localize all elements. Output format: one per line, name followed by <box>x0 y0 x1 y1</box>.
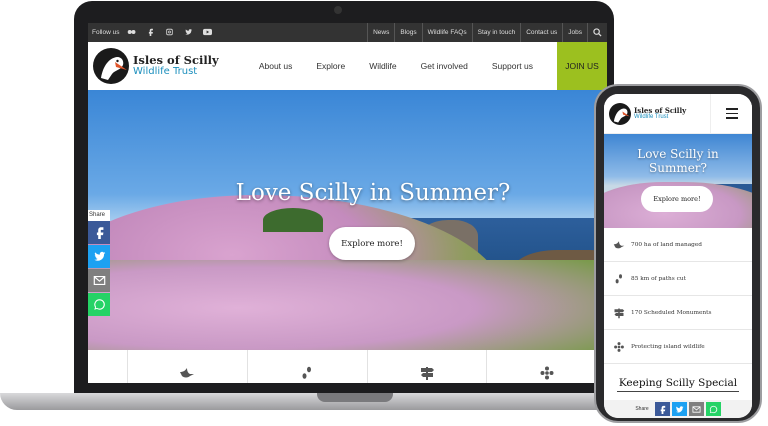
section-heading: Keeping Scilly Special <box>616 377 740 392</box>
search-icon[interactable] <box>587 23 607 42</box>
share-label: Share <box>88 210 110 221</box>
stat-text: 700 ha of land managed <box>631 241 703 248</box>
mobile-share-label: Share <box>635 406 649 412</box>
logo-text: Isles of Scilly Wildlife Trust <box>133 52 219 78</box>
site-header: Isles of Scilly Wildlife Trust About us … <box>88 42 607 90</box>
stat-text: Protecting island wildlife <box>631 343 705 350</box>
stat-land-managed <box>128 350 248 383</box>
mobile-hero-banner: Love Scilly in Summer? Explore more! <box>604 134 752 228</box>
share-facebook-button[interactable] <box>654 402 670 416</box>
signpost-icon <box>614 308 625 318</box>
mobile-share-bar: Share <box>604 400 752 418</box>
mobile-logo-title: Isles of Scilly <box>634 106 687 115</box>
top-utility-bar: Follow us News Blogs Wildlife FAQs Stay … <box>88 23 607 42</box>
utility-links: News Blogs Wildlife FAQs Stay in touch C… <box>367 23 587 42</box>
bird-icon <box>613 240 625 248</box>
twitter-icon <box>675 405 684 412</box>
hero-banner: Love Scilly in Summer? Explore more! Sha… <box>88 90 607 350</box>
footprints-icon <box>302 366 312 379</box>
stats-spacer <box>88 350 128 383</box>
logo-subtitle: Wildlife Trust <box>133 66 198 78</box>
share-twitter-button[interactable] <box>88 245 110 268</box>
facebook-icon[interactable] <box>146 28 155 38</box>
youtube-icon[interactable] <box>203 28 213 38</box>
phone-screen: Isles of Scilly Wildlife Trust Love Scil… <box>604 94 752 418</box>
site-logo[interactable]: Isles of Scilly Wildlife Trust <box>93 48 219 84</box>
puffin-logo-icon[interactable] <box>609 102 631 125</box>
join-us-button[interactable]: JOIN US <box>557 42 607 90</box>
mobile-stats-list: 700 ha of land managed 85 km of paths cu… <box>604 228 752 364</box>
hero-flower-meadow <box>88 260 607 350</box>
keeping-scilly-special-heading: Keeping Scilly Special <box>604 370 752 398</box>
share-whatsapp-button[interactable] <box>88 293 110 316</box>
follow-us-label: Follow us <box>92 29 120 36</box>
stat-text: 170 Scheduled Monuments <box>631 309 712 316</box>
facebook-icon <box>96 227 103 239</box>
topbar-link-wildlife-faqs[interactable]: Wildlife FAQs <box>421 23 472 42</box>
laptop-base <box>0 393 624 410</box>
topbar-link-news[interactable]: News <box>367 23 394 42</box>
device-mockup-stage: Follow us News Blogs Wildlife FAQs Stay … <box>0 0 768 426</box>
nav-item-get-involved[interactable]: Get involved <box>421 61 468 71</box>
facebook-icon <box>660 405 665 414</box>
signpost-icon <box>420 367 434 380</box>
stat-island-wildlife <box>487 350 607 383</box>
puffin-logo-icon <box>93 48 129 84</box>
share-whatsapp-button[interactable] <box>705 402 721 416</box>
flower-icon <box>614 341 624 352</box>
footprints-icon <box>615 273 622 283</box>
share-sidebar: Share <box>88 210 110 317</box>
mobile-logo-text[interactable]: Isles of Scilly Wildlife Trust <box>634 107 686 120</box>
email-icon <box>692 405 701 413</box>
stat-text: 85 km of paths cut <box>631 275 686 282</box>
explore-more-button[interactable]: Explore more! <box>329 227 415 260</box>
bird-icon <box>180 368 195 378</box>
instagram-icon[interactable] <box>165 28 174 38</box>
hero-title: Love Scilly in Summer? <box>235 180 511 206</box>
list-item: 700 ha of land managed <box>604 228 752 262</box>
laptop-screen: Follow us News Blogs Wildlife FAQs Stay … <box>88 23 607 383</box>
mobile-hero-title: Love Scilly in Summer? <box>604 147 752 176</box>
topbar-link-jobs[interactable]: Jobs <box>562 23 587 42</box>
main-nav: About us Explore Wildlife Get involved S… <box>259 42 607 90</box>
flickr-icon[interactable] <box>127 28 136 38</box>
laptop-notch <box>317 393 393 402</box>
share-twitter-button[interactable] <box>671 402 687 416</box>
topbar-link-stay-in-touch[interactable]: Stay in touch <box>471 23 521 42</box>
mobile-hero-title-line2: Summer? <box>649 161 707 176</box>
whatsapp-icon <box>93 299 105 310</box>
twitter-icon[interactable] <box>184 28 193 38</box>
share-email-button[interactable] <box>688 402 704 416</box>
list-item: 85 km of paths cut <box>604 262 752 296</box>
nav-item-wildlife[interactable]: Wildlife <box>369 61 396 71</box>
hamburger-menu-icon[interactable] <box>710 94 752 134</box>
whatsapp-icon <box>709 405 717 413</box>
list-item: Protecting island wildlife <box>604 330 752 364</box>
flower-icon <box>540 366 554 380</box>
nav-item-about-us[interactable]: About us <box>259 61 293 71</box>
twitter-icon <box>93 251 105 261</box>
topbar-link-blogs[interactable]: Blogs <box>394 23 421 42</box>
topbar-link-contact-us[interactable]: Contact us <box>520 23 562 42</box>
stat-paths-cut <box>248 350 368 383</box>
list-item: 170 Scheduled Monuments <box>604 296 752 330</box>
nav-item-explore[interactable]: Explore <box>316 61 345 71</box>
share-email-button[interactable] <box>88 269 110 292</box>
mobile-explore-more-button[interactable]: Explore more! <box>641 186 713 212</box>
nav-item-support-us[interactable]: Support us <box>492 61 533 71</box>
email-icon <box>93 276 105 285</box>
mobile-hero-title-line1: Love Scilly in <box>637 147 719 161</box>
stats-strip <box>88 350 607 383</box>
logo-title: Isles of Scilly <box>133 52 219 67</box>
mobile-header: Isles of Scilly Wildlife Trust <box>604 94 752 134</box>
share-facebook-button[interactable] <box>88 221 110 244</box>
social-icons <box>127 28 213 38</box>
stat-scheduled-monuments <box>368 350 488 383</box>
hero-grass-clump <box>263 208 323 232</box>
